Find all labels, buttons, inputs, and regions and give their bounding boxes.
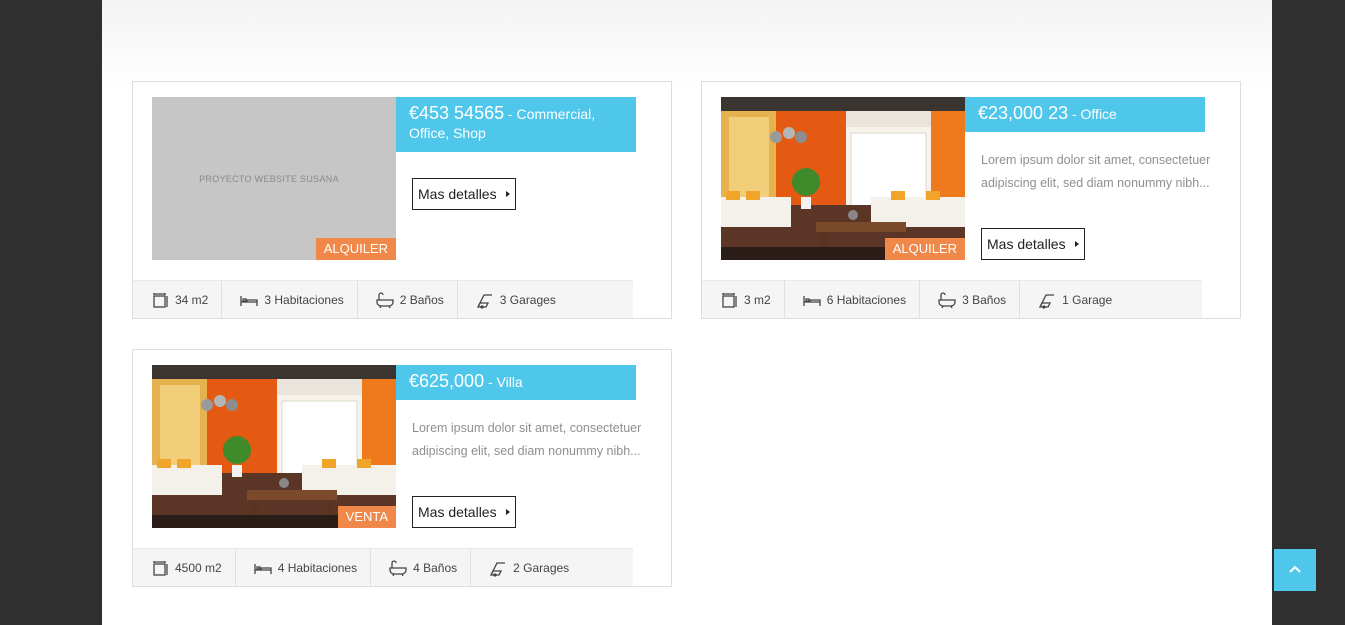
property-image[interactable]: VENTA [152,365,396,528]
feature-rooms-label: 3 Habitaciones [264,292,344,307]
details-button-label: Mas detalles [418,186,497,202]
feature-rooms-label: 4 Habitaciones [277,560,358,575]
feature-area: 4500 m2 [133,549,236,586]
feature-garages: 2 Garages [471,549,582,586]
bed-icon [803,291,821,309]
feature-garages: 1 Garage [1020,281,1125,318]
status-badge: ALQUILER [884,238,965,260]
feature-baths-label: 3 Baños [962,292,1007,307]
price: €625,000 [409,371,485,391]
feature-baths-label: 4 Baños [413,560,458,575]
property-image-placeholder[interactable]: PROYECTO WEBSITE SUSANA ALQUILER [152,97,396,260]
feature-garages-label: 1 Garage [1062,292,1113,307]
property-type: - Office [1068,106,1117,122]
garage-icon [1038,291,1056,309]
property-card: ALQUILER €23,000 23 - Office Lorem ipsum… [701,81,1241,319]
placeholder-text: PROYECTO WEBSITE SUSANA [199,173,339,184]
main-content: PROYECTO WEBSITE SUSANA ALQUILER €453 54… [102,0,1272,625]
feature-area: 34 m2 [133,281,223,318]
area-icon [151,559,169,577]
feature-garages-label: 3 Garages [499,292,556,307]
bed-icon [254,559,272,577]
area-icon [720,291,738,309]
price-header[interactable]: €23,000 23 - Office [965,97,1205,132]
details-button-label: Mas detalles [987,236,1066,252]
features-bar: 3 m2 6 Habitaciones 3 Baños 1 Garage [702,280,1202,318]
property-type: - Villa [484,374,523,390]
details-button[interactable]: Mas detalles [412,178,516,210]
feature-garages: 3 Garages [458,281,569,318]
property-card: PROYECTO WEBSITE SUSANA ALQUILER €453 54… [132,81,672,319]
garage-icon [489,559,507,577]
caret-right-icon [1074,241,1079,247]
features-bar: 4500 m2 4 Habitaciones 4 Baños 2 Garages [133,548,633,586]
property-description: Lorem ipsum dolor sit amet, consectetuer… [981,153,1211,190]
feature-baths: 3 Baños [920,281,1021,318]
bathtub-icon [389,559,407,577]
details-button-label: Mas detalles [418,504,497,520]
bed-icon [240,291,259,309]
back-to-top-button[interactable] [1274,549,1316,591]
bathtub-icon [376,291,394,309]
feature-garages-label: 2 Garages [513,560,570,575]
price: €453 54565 [409,103,505,123]
property-card: VENTA €625,000 - Villa Lorem ipsum dolor… [132,349,672,587]
feature-baths: 2 Baños [358,281,458,318]
feature-rooms-label: 6 Habitaciones [826,292,907,307]
bathtub-icon [938,291,956,309]
feature-rooms: 4 Habitaciones [236,549,372,586]
feature-area-label: 3 m2 [744,292,771,307]
feature-baths: 4 Baños [371,549,472,586]
property-description: Lorem ipsum dolor sit amet, consectetuer… [412,421,642,458]
caret-right-icon [505,191,510,197]
feature-rooms: 6 Habitaciones [785,281,921,318]
caret-right-icon [505,509,510,515]
feature-area-label: 34 m2 [175,292,209,307]
area-icon [151,291,169,309]
garage-icon [476,291,494,309]
feature-baths-label: 2 Baños [399,292,444,307]
feature-area: 3 m2 [702,281,785,318]
chevron-up-icon [1288,561,1302,579]
feature-rooms: 3 Habitaciones [222,281,358,318]
status-badge: VENTA [337,506,396,528]
feature-area-label: 4500 m2 [175,560,222,575]
features-bar: 34 m2 3 Habitaciones 2 Baños 3 Garages [133,280,633,318]
price-header[interactable]: €453 54565 - Commercial, Office, Shop [396,97,636,152]
price-header[interactable]: €625,000 - Villa [396,365,636,400]
property-image[interactable]: ALQUILER [721,97,965,260]
details-button[interactable]: Mas detalles [412,496,516,528]
price: €23,000 23 [978,103,1069,123]
details-button[interactable]: Mas detalles [981,228,1085,260]
status-badge: ALQUILER [315,238,396,260]
